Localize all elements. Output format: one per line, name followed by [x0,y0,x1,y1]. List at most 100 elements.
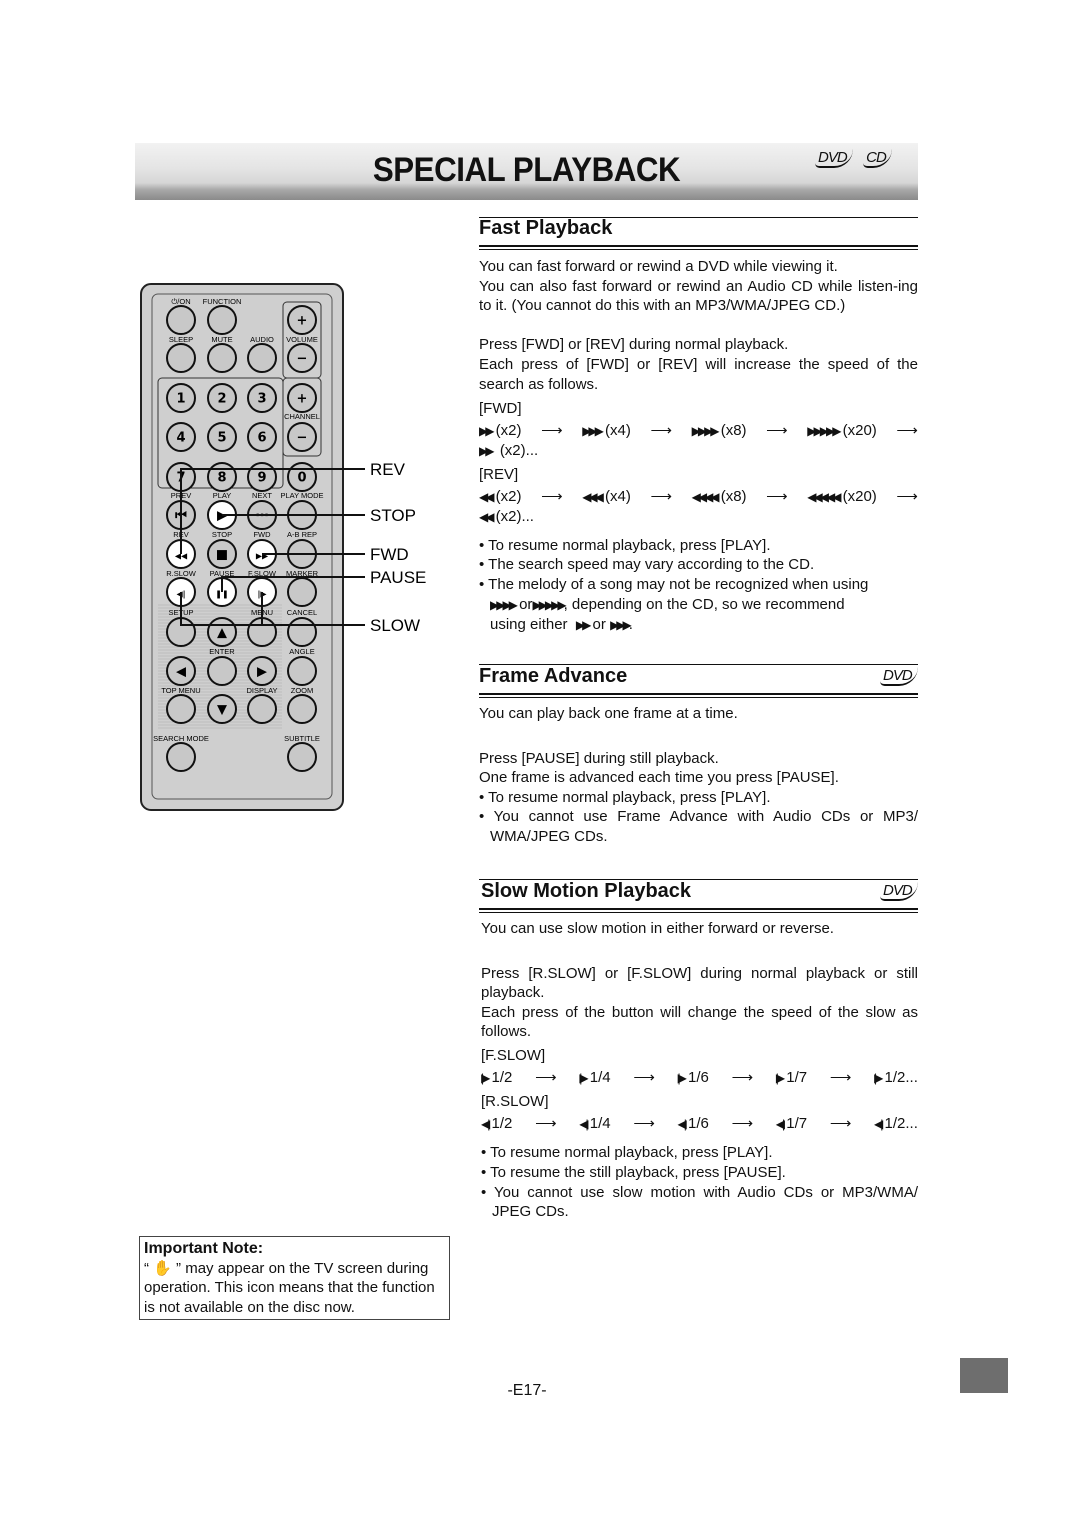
function-button [207,305,237,335]
button-glyph: 9 [257,471,266,486]
text: (x2)... [495,508,534,526]
fwd-step: ▶▶▶▶▶ (x20) [807,421,877,439]
subtitle-button [287,742,317,772]
fwd-sequence: ▶▶ (x2) ⟶ ▶▶▶ (x4) ⟶ ▶▶▶▶ (x8) ⟶ ▶▶▶▶▶ (x20) ⟶ [479,421,918,442]
arrow-icon: ⟶ [535,1114,557,1132]
mute-button [207,343,237,373]
arrow-icon: ⟶ [766,421,788,439]
button-glyph: 1 [176,392,185,407]
fwd-label: [FWD] [479,400,522,418]
callout-pause: PAUSE [370,568,426,587]
remote-label: TOP MENU [161,686,200,695]
audio-button [247,343,277,373]
slow-motion-body: You can use slow motion in either forwar… [481,919,918,1222]
remote-label: PLAY [213,491,232,500]
remote-label: ⏻/ON [171,297,190,306]
arrow-icon: ⟶ [829,1114,852,1132]
arrow-icon: ⟶ [896,487,918,505]
arrow-icon: ⟶ [633,1068,655,1086]
text: Each press of [FWD] or [REV] will increa… [479,355,918,393]
arrow-icon: ⟶ [896,421,918,439]
bullet: • To resume the still playback, press [P… [481,1163,786,1181]
fast-forward-icon: ▶▶ [479,423,495,438]
callout-stop: STOP [370,506,416,525]
remote-label: A-B REP [287,530,317,539]
page-title: SPECIAL PLAYBACK [372,151,681,189]
text: Press [FWD] or [REV] during normal playb… [479,336,789,354]
f-slow-label: [F.SLOW] [481,1046,546,1064]
angle-button [287,656,317,686]
arrow-icon: ⟶ [731,1068,754,1086]
rewind-icon: ◀◀◀◀◀ [807,489,841,504]
text: You can also fast forward or rewind an A… [479,277,918,315]
callout-slow: SLOW [370,616,420,635]
bullet: • You cannot use Frame Advance with Audi… [479,808,918,845]
rewind-icon: ◀◀ [479,489,495,504]
f-slow-step: |▶ 1/6 [677,1068,709,1086]
page-number: -E17- [507,1382,547,1399]
button-glyph: ▼ [217,703,227,718]
remote-label: PLAY MODE [280,491,323,500]
text: (x2)... [499,442,539,460]
section-heading-fast-playback: Fast Playback [479,217,613,239]
fast-forward-x20-icon: ▶▶▶▶▶ [532,597,566,612]
text: You can play back one frame at a time. [479,705,738,722]
text: You can fast forward or rewind a DVD whi… [479,258,838,275]
button-glyph: 2 [217,392,226,407]
power-button [166,305,196,335]
rev-label: [REV] [479,465,519,483]
remote-label: AUDIO [250,335,274,344]
display-button [247,694,277,724]
section-heading-slow-motion: Slow Motion Playback [481,880,692,902]
r-slow-step: ◀| 1/6 [677,1114,709,1132]
remote-label: CANCEL [287,608,317,617]
r-slow-step: ◀| 1/2 [481,1114,513,1132]
divider [479,908,918,913]
rev-sequence: ◀◀ (x2) ⟶ ◀◀◀ (x4) ⟶ ◀◀◀◀ (x8) ⟶ ◀◀◀◀◀ (x20) ⟶ [479,487,918,508]
remote-label: SLEEP [169,335,193,344]
button-glyph: 5 [217,431,226,446]
top-menu-button [166,694,196,724]
remote-label: SUBTITLE [284,734,320,743]
remote-label: SEARCH MODE [153,734,209,743]
text: Press [R.SLOW] or [F.SLOW] during normal… [481,964,918,1002]
frame-advance-body: You can play back one frame at a time. P… [479,704,918,847]
callout-rev: REV [370,460,406,479]
fast-forward-icon: ▶▶▶▶ [691,423,720,438]
dvd-badge: DVD [880,882,918,901]
button-glyph: 3 [257,392,266,407]
search-mode-button [166,742,196,772]
note-title: Important Note: [144,1240,264,1257]
remote-label: FUNCTION [203,297,242,306]
remote-label: ZOOM [291,686,314,695]
button-glyph: ◀ [176,665,186,680]
f-slow-step: |▶ 1/4 [579,1068,611,1086]
arrow-icon: ⟶ [829,1068,852,1086]
remote-control-diagram: ⏻/ON FUNCTION SLEEP MUTE AUDIO VOLUME CHANNEL P… [140,283,426,811]
remote-label: DISPLAY [246,686,277,695]
arrow-icon: ⟶ [650,487,673,505]
note-text: ” may appear on the TV screen during ope… [144,1259,435,1316]
fast-forward-icon: ▶▶▶ [582,423,604,438]
fast-forward-x2-icon: ▶▶ [575,618,592,633]
rev-step: ◀◀◀◀ (x8) [691,487,747,505]
remote-label: ANGLE [289,647,314,656]
enter-button [207,656,237,686]
fast-playback-body: You can fast forward or rewind a DVD whi… [479,257,918,636]
text: Each press of the button will change the… [481,1003,918,1041]
r-slow-step: ◀| 1/2... [874,1114,918,1132]
fast-forward-icon: ▶▶ [479,444,495,459]
arrow-icon: ⟶ [650,421,673,439]
remote-label: R.SLOW [166,569,197,578]
fast-forward-x8-icon: ▶▶▶▶ [490,597,518,612]
button-glyph: 0 [297,471,306,486]
r-slow-sequence: ◀| 1/2 ⟶ ◀| 1/4 ⟶ ◀| 1/6 ⟶ ◀| 1/7 ⟶ ◀| 1/2... [481,1114,918,1135]
disc-badges: DVD CD [815,149,892,168]
button-glyph: ▶ [257,665,267,680]
arrow-icon: ⟶ [731,1114,754,1132]
bullet: • The search speed may vary according to… [479,556,815,574]
r-slow-label: [R.SLOW] [481,1093,549,1111]
bullet: • To resume normal playback, press [PLAY… [479,536,771,554]
rev-step: ◀◀ (x2) [479,487,522,505]
f-slow-step: |▶ 1/2 [481,1068,513,1086]
